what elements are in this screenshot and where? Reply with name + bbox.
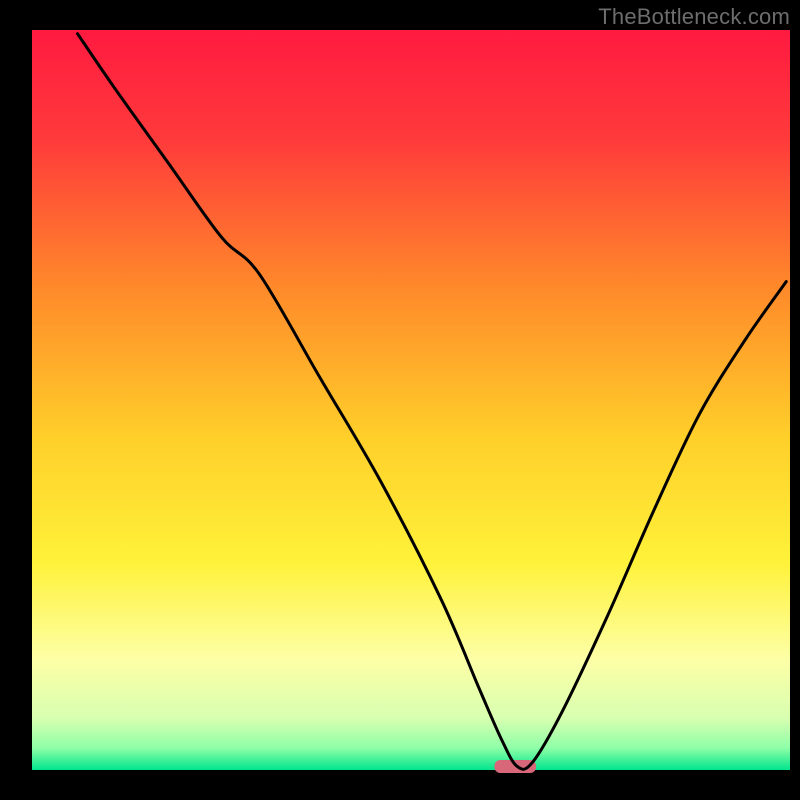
watermark-text: TheBottleneck.com	[598, 4, 790, 30]
plot-background	[32, 30, 790, 770]
chart-container: TheBottleneck.com	[0, 0, 800, 800]
bottleneck-chart	[0, 0, 800, 800]
